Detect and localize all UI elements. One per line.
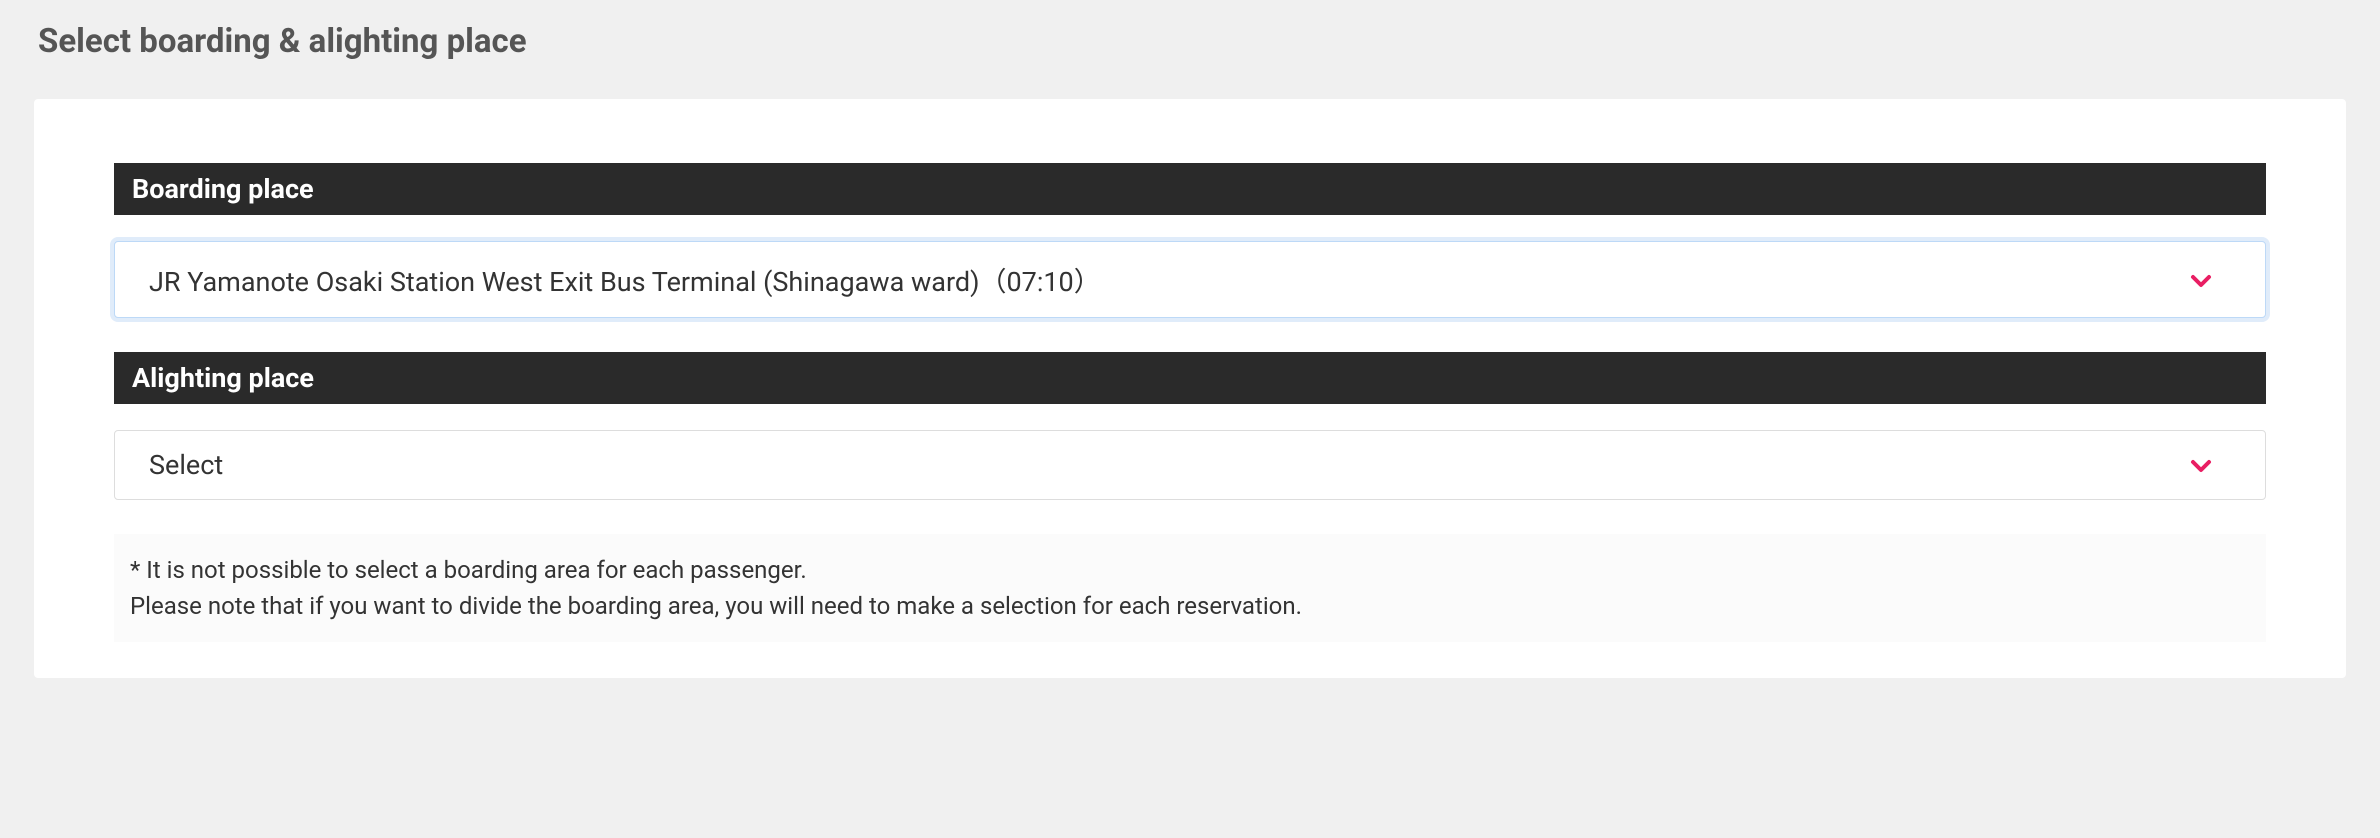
boarding-select-value: JR Yamanote Osaki Station West Exit Bus … (149, 260, 1101, 299)
page-title: Select boarding & alighting place (38, 22, 2346, 61)
chevron-down-icon (2189, 453, 2213, 477)
note-box: * It is not possible to select a boardin… (114, 534, 2266, 642)
boarding-select[interactable]: JR Yamanote Osaki Station West Exit Bus … (114, 241, 2266, 318)
chevron-down-icon (2189, 268, 2213, 292)
note-line-1: * It is not possible to select a boardin… (130, 552, 2250, 588)
alighting-select[interactable]: Select (114, 430, 2266, 500)
boarding-select-wrapper: JR Yamanote Osaki Station West Exit Bus … (114, 241, 2266, 318)
note-line-2: Please note that if you want to divide t… (130, 588, 2250, 624)
alighting-header: Alighting place (114, 352, 2266, 404)
alighting-select-value: Select (149, 449, 223, 481)
alighting-select-wrapper: Select (114, 430, 2266, 500)
selection-card: Boarding place JR Yamanote Osaki Station… (34, 99, 2346, 678)
boarding-header: Boarding place (114, 163, 2266, 215)
